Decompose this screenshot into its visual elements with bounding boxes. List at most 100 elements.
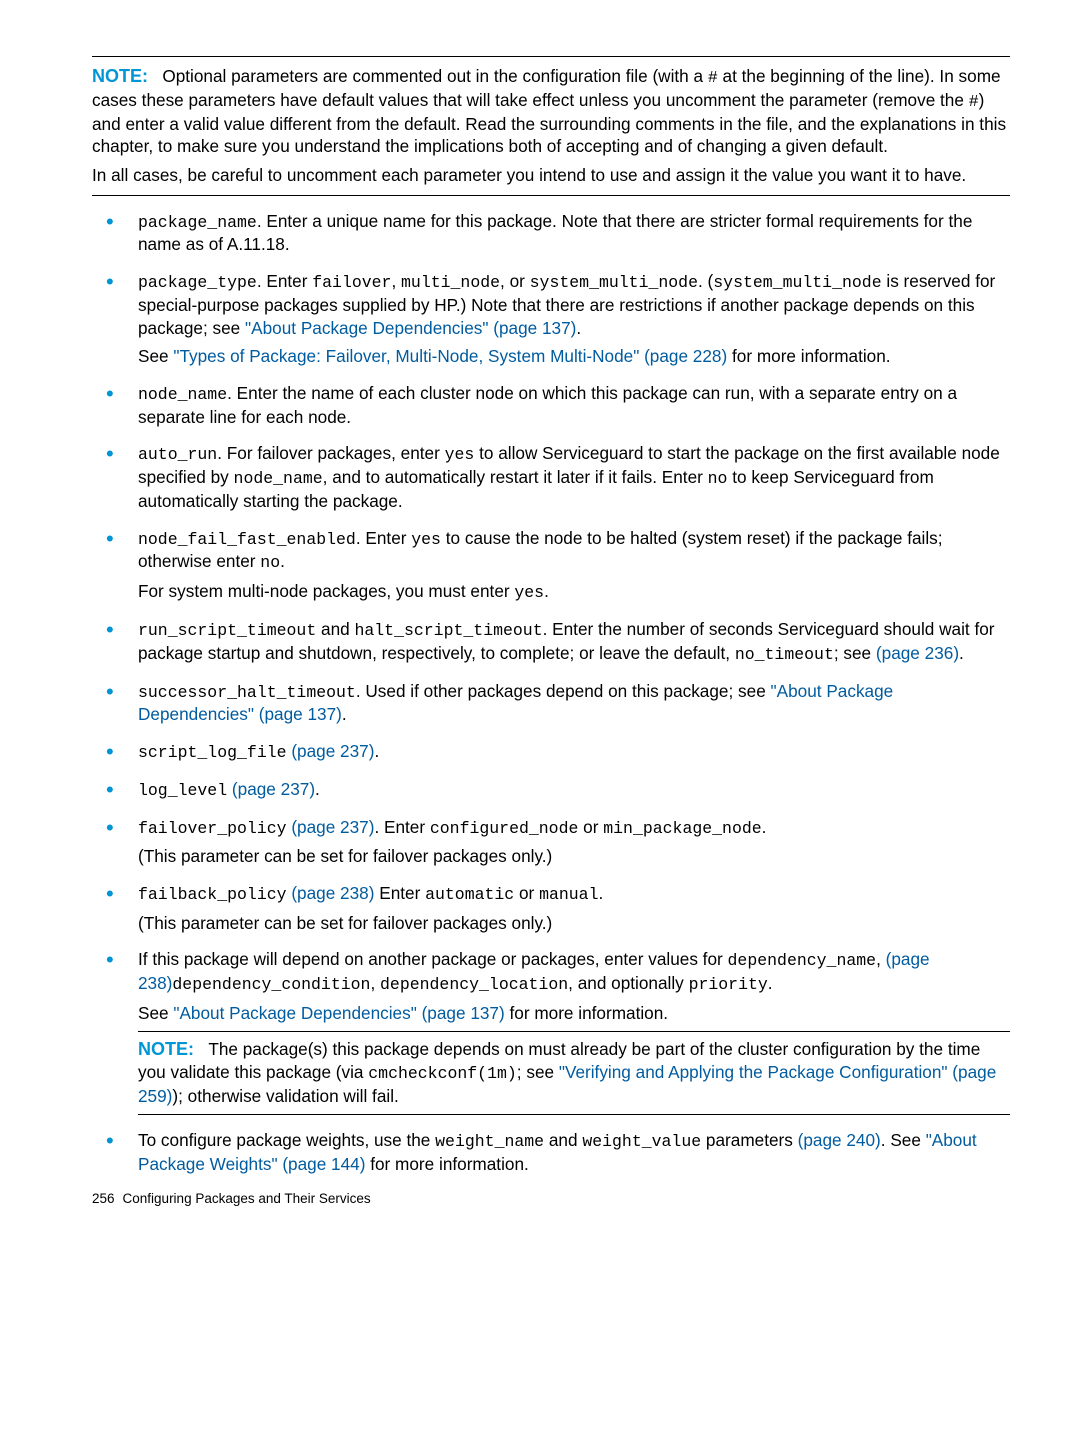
page-footer: 256 Configuring Packages and Their Servic… [92,1191,1010,1206]
param-name: node_name [138,385,227,404]
item-text: . Enter the name of each cluster node on… [138,383,957,427]
list-item: script_log_file (page 237). [92,740,1010,764]
page-number: 256 [92,1191,115,1206]
code: no_timeout [735,645,834,664]
top-note-body: NOTE: Optional parameters are commented … [92,65,1010,187]
xref-link[interactable]: (page 237) [291,817,374,837]
xref-link[interactable]: (page 240) [798,1130,881,1150]
item-subpara: (This parameter can be set for failover … [138,845,1010,868]
item-text: . [544,581,549,601]
code: cmcheckconf(1m) [368,1064,517,1083]
item-text: . Used if other packages depend on this … [356,681,771,701]
item-subpara: See "Types of Package: Failover, Multi-N… [138,345,1010,368]
xref-link[interactable]: "Types of Package: Failover, Multi-Node,… [173,346,727,366]
code: dependency_location [380,975,568,994]
item-text: See [138,346,173,366]
xref-link[interactable]: "About Package Dependencies" (page 137) [245,318,576,338]
code: yes [411,530,441,549]
code: no [260,553,280,572]
item-text: . [768,973,773,993]
code: system_multi_node [713,273,881,292]
item-text: . ( [698,271,713,291]
item-text: . [315,779,320,799]
list-item: failover_policy (page 237). Enter config… [92,816,1010,868]
hash-char: # [969,92,979,111]
item-text: , [391,271,401,291]
code: failover [312,273,391,292]
list-item: successor_halt_timeout. Used if other pa… [92,680,1010,726]
item-text: , and optionally [568,973,688,993]
item-text: . [598,883,603,903]
list-item: If this package will depend on another p… [92,948,1010,1114]
param-name: script_log_file [138,743,287,762]
item-subpara: See "About Package Dependencies" (page 1… [138,1002,1010,1025]
item-text: , and to automatically restart it later … [323,467,708,487]
note-text: ; see [517,1062,559,1082]
code: no [708,469,728,488]
note-text: ); otherwise validation will fail. [172,1086,398,1106]
item-text: . Enter [374,817,429,837]
param-name: node_fail_fast_enabled [138,530,356,549]
item-text: for more information. [505,1003,668,1023]
item-text: and [544,1130,582,1150]
param-name: failover_policy [138,819,287,838]
footer-title: Configuring Packages and Their Services [123,1191,371,1206]
code: yes [445,445,475,464]
param-name: package_name [138,213,257,232]
xref-link[interactable]: (page 237) [232,779,315,799]
item-subpara: (This parameter can be set for failover … [138,912,1010,935]
inline-note: NOTE: The package(s) this package depend… [138,1031,1010,1115]
param-name: failback_policy [138,885,287,904]
item-text: for more information. [365,1154,528,1174]
note-text: Optional parameters are commented out in… [162,66,708,86]
item-text: parameters [701,1130,797,1150]
item-text: . [762,817,767,837]
item-subpara: For system multi-node packages, you must… [138,580,1010,604]
xref-link[interactable]: (page 237) [291,741,374,761]
item-text: Enter [374,883,425,903]
note-label: NOTE: [92,66,148,86]
item-text: To configure package weights, use the [138,1130,435,1150]
code: dependency_name [728,951,877,970]
hash-char: # [708,68,718,87]
code: weight_value [582,1132,701,1151]
note-para2: In all cases, be careful to uncomment ea… [92,164,1010,187]
item-text: . [342,704,347,724]
xref-link[interactable]: (page 238) [291,883,374,903]
list-item: To configure package weights, use the we… [92,1129,1010,1175]
item-text: and [316,619,354,639]
code: weight_name [435,1132,544,1151]
xref-link[interactable]: (page 236) [876,643,959,663]
item-text: . Enter [356,528,411,548]
code: min_package_node [603,819,761,838]
code: dependency_condition [172,975,370,994]
item-text: . Enter [257,271,312,291]
code: manual [539,885,598,904]
list-item: failback_policy (page 238) Enter automat… [92,882,1010,934]
list-item: node_name. Enter the name of each cluste… [92,382,1010,428]
code: configured_node [430,819,579,838]
list-item: package_name. Enter a unique name for th… [92,210,1010,256]
item-text: . [576,318,581,338]
param-name: package_type [138,273,257,292]
code: yes [514,583,544,602]
code: system_multi_node [530,273,698,292]
item-text: . [374,741,379,761]
item-text: or [578,817,603,837]
list-item: node_fail_fast_enabled. Enter yes to cau… [92,527,1010,604]
item-text: ; see [834,643,876,663]
xref-link[interactable]: "About Package Dependencies" (page 137) [173,1003,504,1023]
note-label: NOTE: [138,1039,194,1059]
param-name: run_script_timeout [138,621,316,640]
code: automatic [425,885,514,904]
item-text: . For failover packages, enter [217,443,444,463]
item-text: for more information. [727,346,890,366]
item-text: or [514,883,539,903]
item-text: , or [500,271,530,291]
item-text: . [280,551,285,571]
code: priority [689,975,768,994]
list-item: package_type. Enter failover, multi_node… [92,270,1010,368]
code: node_name [234,469,323,488]
list-item: auto_run. For failover packages, enter y… [92,442,1010,512]
list-item: log_level (page 237). [92,778,1010,802]
